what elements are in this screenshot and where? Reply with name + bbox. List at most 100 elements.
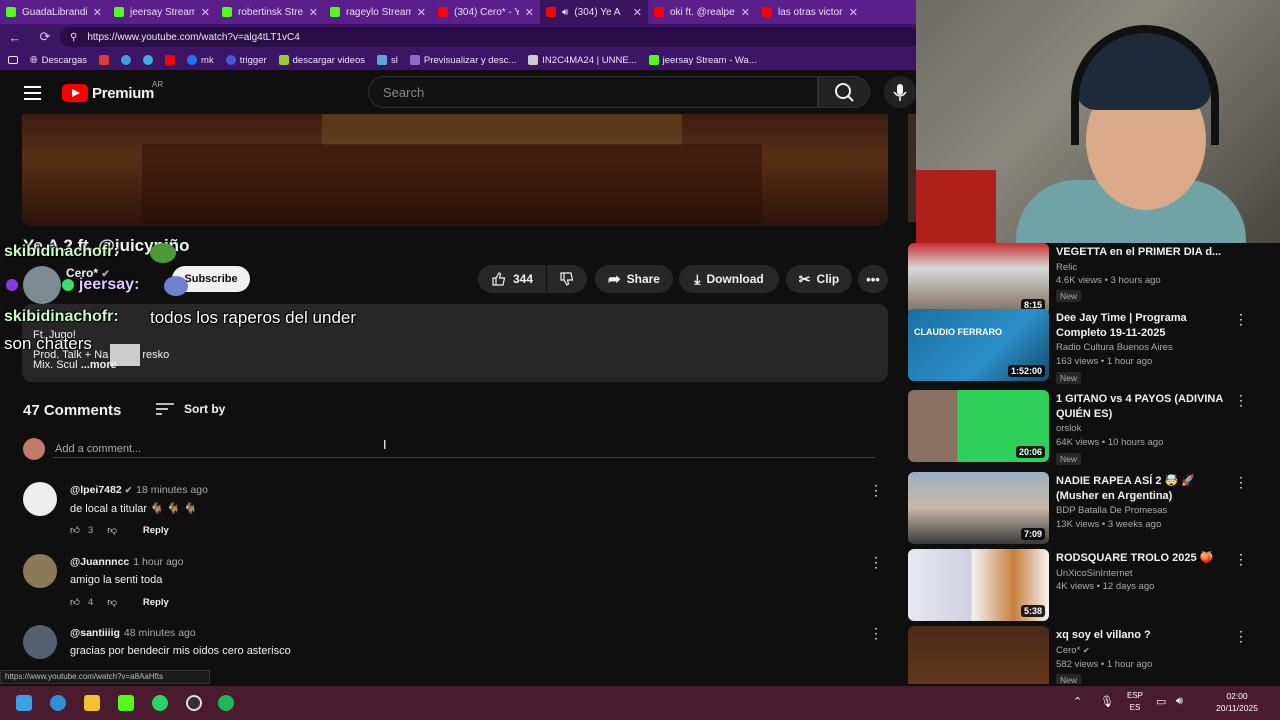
youtube-logo[interactable]: Premium (62, 84, 154, 102)
reload-icon[interactable]: ⟳ (34, 29, 56, 45)
sort-by-button[interactable]: Sort by (156, 402, 225, 416)
edge-icon[interactable] (50, 695, 66, 711)
more-actions-button[interactable]: ••• (858, 265, 888, 293)
more-vertical-icon[interactable]: ⋮ (1234, 551, 1248, 568)
browser-tab[interactable]: robertinsk Stre ✕ (216, 0, 324, 24)
comment-avatar[interactable] (23, 625, 57, 659)
recommended-channel[interactable]: Radio Cultura Buenos Aires (1056, 342, 1173, 353)
close-icon[interactable]: ✕ (633, 6, 642, 19)
browser-tab[interactable]: oki ft. @realpe ✕ (648, 0, 756, 24)
browser-tab-active[interactable]: 🔊︎ (304) Ye A ✕ (540, 0, 648, 24)
recommended-video[interactable]: 7:09 NADIE RAPEA ASÍ 2 🤯 🚀 (Musher en Ar… (908, 472, 1278, 544)
spotify-icon[interactable] (218, 695, 234, 711)
close-icon[interactable]: ✕ (525, 6, 534, 19)
comment-avatar[interactable] (23, 554, 57, 588)
obs-icon[interactable] (186, 695, 202, 711)
recommended-video[interactable]: 5:38 RODSQUARE TROLO 2025 🍑 UnXicoSinInt… (908, 549, 1278, 621)
video-player[interactable] (22, 114, 888, 226)
menu-icon[interactable] (24, 86, 41, 100)
bookmark-mk[interactable]: mk (187, 55, 214, 66)
more-vertical-icon[interactable]: ⋮ (1234, 311, 1248, 328)
recommended-video[interactable]: 8:15 VEGETTA en el PRIMER DIA d... Relic… (908, 243, 1278, 315)
add-comment-input[interactable]: Add a comment... (55, 443, 141, 455)
video-thumbnail[interactable] (908, 626, 1049, 684)
more-vertical-icon[interactable]: ⋮ (1234, 392, 1248, 409)
network-icon[interactable]: ▭ (1156, 695, 1166, 708)
bookmark-previsualizar[interactable]: Previsualizar y desc... (409, 55, 516, 66)
close-icon[interactable]: ✕ (741, 6, 750, 19)
dislike-button[interactable] (547, 265, 587, 293)
bookmark-icon-1[interactable] (99, 55, 110, 65)
bookmark-descargas[interactable]: 🌐︎ Descargas (30, 55, 87, 66)
browser-tab[interactable]: las otras victor ✕ (756, 0, 864, 24)
voice-search-button[interactable] (884, 76, 916, 108)
share-button[interactable]: ➦ Share (595, 265, 673, 293)
close-icon[interactable]: ✕ (93, 6, 102, 19)
browser-tab[interactable]: jeersay Stream ✕ (108, 0, 216, 24)
comment-author[interactable]: @Juannncc 1 hour ago (70, 556, 183, 568)
show-more-link[interactable]: ...more (81, 359, 117, 371)
thumbs-down-icon[interactable]: 👎︎ (107, 596, 117, 608)
windows-start-icon[interactable] (16, 695, 32, 711)
microphone-icon[interactable]: 🎙︎ (1100, 695, 1114, 708)
bookmark-descargar-videos[interactable]: descargar videos (278, 55, 365, 66)
chevron-up-icon[interactable]: ⌃ (1073, 695, 1082, 708)
back-icon[interactable]: ← (4, 30, 26, 45)
like-button[interactable]: 344 (478, 265, 546, 293)
whatsapp-icon[interactable] (152, 695, 168, 711)
thumbs-down-icon[interactable]: 👎︎ (107, 524, 117, 536)
bookmark-sl[interactable]: sl (377, 55, 398, 66)
site-info-icon[interactable]: ⚲ (70, 32, 77, 43)
recommended-video[interactable]: xq soy el villano ? Cero* ✔ 582 views • … (908, 626, 1278, 684)
video-thumbnail[interactable]: 5:38 (908, 549, 1049, 621)
close-icon[interactable]: ✕ (309, 6, 318, 19)
speaker-icon[interactable]: 🔊︎ (562, 7, 568, 18)
volume-icon[interactable]: 🔊︎ (1176, 695, 1183, 708)
recommended-channel[interactable]: Relic (1056, 262, 1077, 273)
sidebar-toggle-icon[interactable] (8, 56, 18, 64)
bookmark-icon-4[interactable] (165, 55, 176, 65)
comment-avatar[interactable] (23, 482, 57, 516)
download-button[interactable]: ⤓ Download (679, 265, 779, 293)
video-thumbnail[interactable]: CLAUDIO FERRARO 1:52:00 (908, 309, 1049, 381)
close-icon[interactable]: ✕ (849, 6, 858, 19)
close-icon[interactable]: ✕ (201, 6, 210, 19)
video-thumbnail[interactable]: 20:06 (908, 390, 1049, 462)
search-button[interactable] (818, 76, 870, 108)
recommended-channel[interactable]: orslok (1056, 423, 1081, 434)
reply-button[interactable]: Reply (143, 597, 169, 608)
recommended-video[interactable]: 20:06 1 GITANO vs 4 PAYOS (ADIVINA QUIÉN… (908, 390, 1278, 465)
bookmark-trigger[interactable]: trigger (225, 55, 267, 66)
close-icon[interactable]: ✕ (417, 6, 426, 19)
recommended-video[interactable]: CLAUDIO FERRARO 1:52:00 Dee Jay Time | P… (908, 309, 1278, 384)
more-vertical-icon[interactable]: ⋮ (1234, 628, 1248, 645)
clip-button[interactable]: ✂ Clip (786, 265, 852, 293)
recommended-channel[interactable]: Cero* ✔ (1056, 645, 1090, 656)
system-clock[interactable]: 02:00 20/11/2025 (1200, 690, 1274, 714)
bookmark-icon-2[interactable] (121, 55, 132, 65)
more-vertical-icon[interactable]: ⋮ (869, 625, 883, 642)
browser-tab[interactable]: (304) Cero* - Y ✕ (432, 0, 540, 24)
file-explorer-icon[interactable] (84, 695, 100, 711)
video-thumbnail[interactable]: 8:15 (908, 243, 1049, 315)
bookmark-jeersay[interactable]: jeersay Stream - Wa... (648, 55, 757, 66)
comment-author[interactable]: @lpei7482 ✔ 18 minutes ago (70, 484, 208, 496)
kick-icon[interactable] (118, 695, 134, 711)
recommended-channel[interactable]: UnXicoSinInternet (1056, 568, 1133, 579)
video-thumbnail[interactable]: 7:09 (908, 472, 1049, 544)
browser-tab[interactable]: rageylo Stream ✕ (324, 0, 432, 24)
search-input[interactable]: Search (368, 76, 818, 108)
thumbs-up-icon[interactable]: 👍︎ (70, 524, 80, 536)
url-input[interactable]: ⚲ https://www.youtube.com/watch?v=alg4tL… (60, 27, 920, 47)
sidebar-thumb-partial[interactable] (908, 114, 916, 222)
bookmark-unne[interactable]: IN2C4MA24 | UNNE... (528, 55, 637, 66)
more-vertical-icon[interactable]: ⋮ (1234, 474, 1248, 491)
browser-tab[interactable]: GuadaLibrandi ✕ (0, 0, 108, 24)
language-indicator[interactable]: ESP ES (1124, 690, 1146, 714)
reply-button[interactable]: Reply (143, 525, 169, 536)
thumbs-up-icon[interactable]: 👍︎ (70, 596, 80, 608)
more-vertical-icon[interactable]: ⋮ (869, 554, 883, 571)
bookmark-icon-3[interactable] (143, 55, 154, 65)
comment-author[interactable]: @santiiiig 48 minutes ago (70, 627, 196, 639)
recommended-channel[interactable]: BDP Batalla De Promesas (1056, 505, 1167, 516)
